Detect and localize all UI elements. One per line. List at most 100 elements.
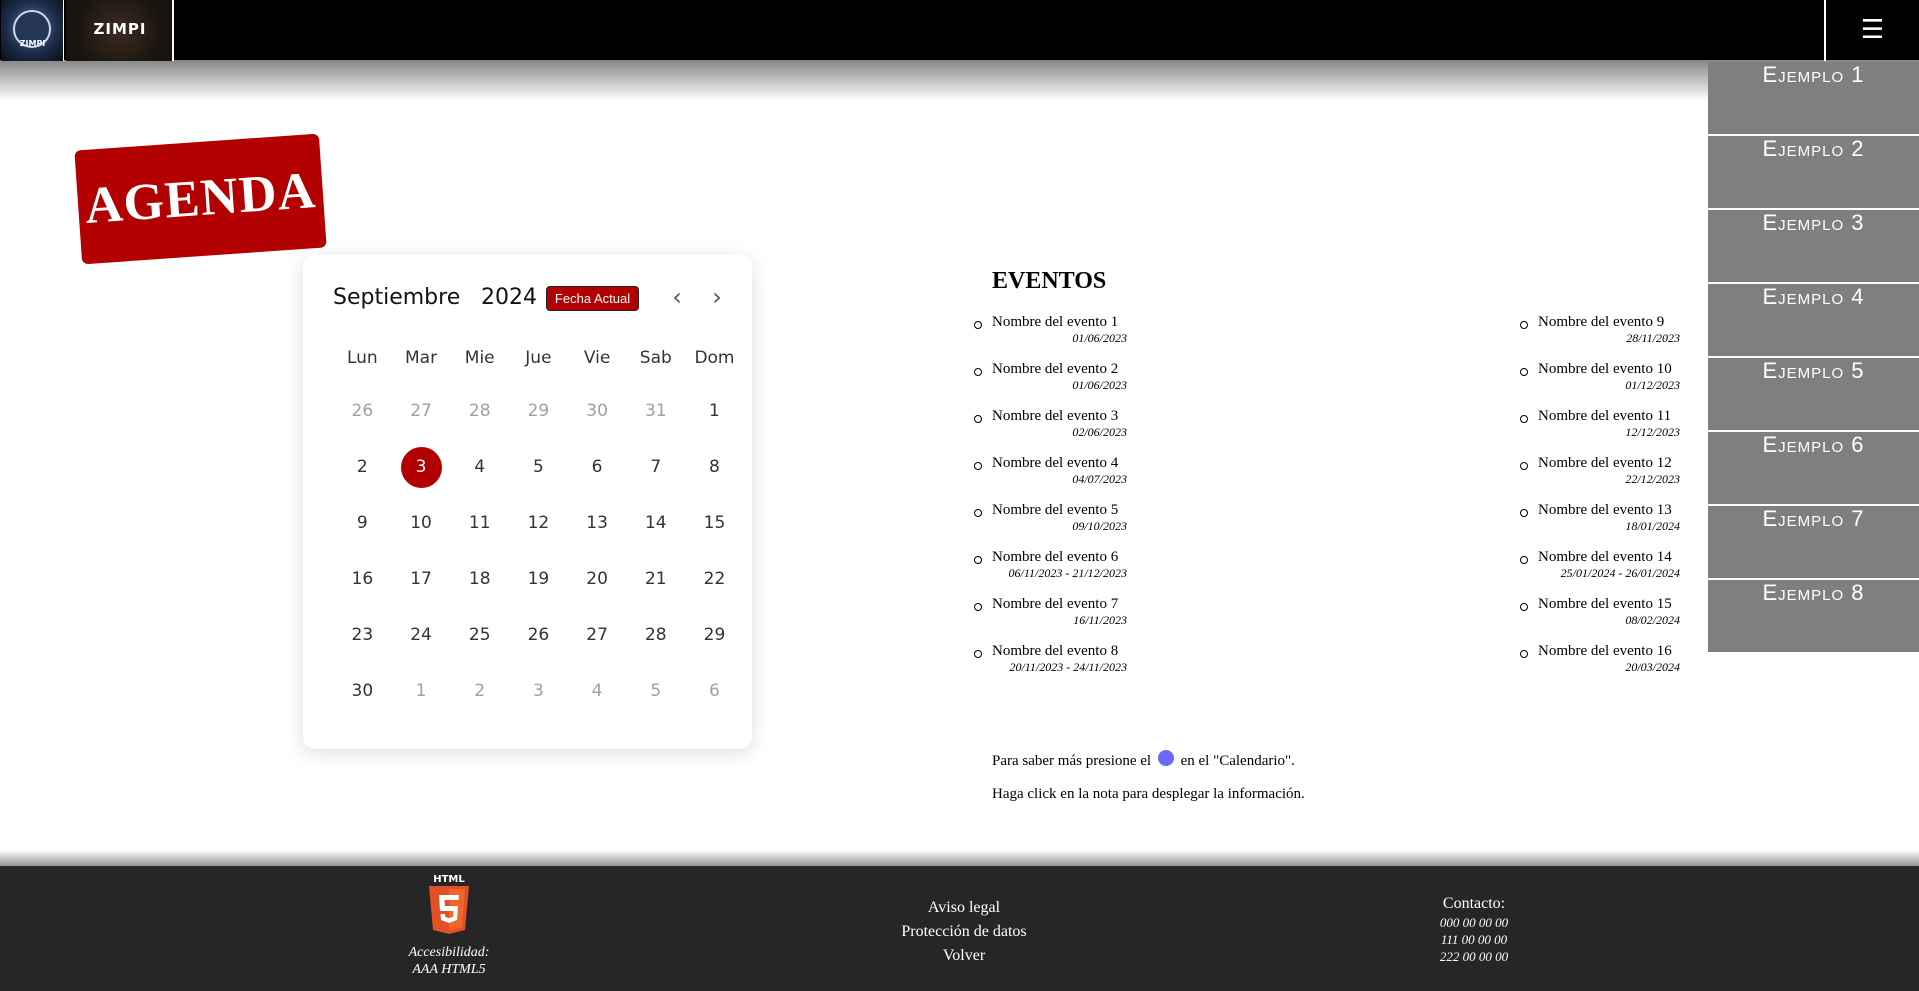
- calendar-day[interactable]: 20: [568, 551, 627, 607]
- calendar-day[interactable]: 27: [392, 383, 451, 439]
- events-list-right: Nombre del evento 9 28/11/2023 Nombre del …: [1520, 314, 1680, 690]
- calendar-day[interactable]: 11: [450, 495, 509, 551]
- event-item[interactable]: Nombre del evento 10 01/12/2023: [1520, 361, 1680, 408]
- calendar-day-number: 17: [410, 569, 432, 589]
- event-name: Nombre del evento 8: [992, 643, 1119, 659]
- event-name: Nombre del evento 3: [992, 408, 1119, 424]
- side-menu-item-6[interactable]: Ejemplo 6: [1708, 432, 1919, 504]
- calendar-day[interactable]: 13: [568, 495, 627, 551]
- event-item[interactable]: Nombre del evento 5 09/10/2023: [974, 502, 1127, 549]
- calendar-day[interactable]: 4: [568, 663, 627, 719]
- calendar-day[interactable]: 23: [333, 607, 392, 663]
- event-name: Nombre del evento 10: [1538, 361, 1672, 377]
- calendar-day[interactable]: 9: [333, 495, 392, 551]
- calendar-day[interactable]: 1: [392, 663, 451, 719]
- side-menu-item-3[interactable]: Ejemplo 3: [1708, 210, 1919, 282]
- calendar-day[interactable]: 31: [626, 383, 685, 439]
- event-item[interactable]: Nombre del evento 8 20/11/2023 - 24/11/20…: [974, 643, 1127, 690]
- event-item[interactable]: Nombre del evento 4 04/07/2023: [974, 455, 1127, 502]
- chevron-right-icon[interactable]: ›: [705, 285, 729, 311]
- calendar-day-selected[interactable]: 3: [392, 439, 451, 495]
- calendar-day[interactable]: 19: [509, 551, 568, 607]
- calendar-day[interactable]: 26: [333, 383, 392, 439]
- event-item[interactable]: Nombre del evento 15 08/02/2024: [1520, 596, 1680, 643]
- event-name: Nombre del evento 15: [1538, 596, 1672, 612]
- logo-zimpi-banner-icon[interactable]: ZIMPI: [66, 0, 174, 61]
- calendar-day[interactable]: 10: [392, 495, 451, 551]
- calendar-day[interactable]: 6: [568, 439, 627, 495]
- event-item[interactable]: Nombre del evento 11 12/12/2023: [1520, 408, 1680, 455]
- side-menu-item-5[interactable]: Ejemplo 5: [1708, 358, 1919, 430]
- calendar-year: 2024: [481, 285, 537, 310]
- calendar-day[interactable]: 21: [626, 551, 685, 607]
- chevron-left-icon[interactable]: ‹: [665, 285, 689, 311]
- calendar-day[interactable]: 8: [685, 439, 744, 495]
- calendar-day[interactable]: 4: [450, 439, 509, 495]
- weekday-header: Dom: [694, 348, 735, 368]
- calendar-day[interactable]: 5: [626, 663, 685, 719]
- calendar-day[interactable]: 27: [568, 607, 627, 663]
- calendar-day[interactable]: 29: [685, 607, 744, 663]
- side-menu-item-1[interactable]: Ejemplo 1: [1708, 62, 1919, 134]
- events-title: EVENTOS: [992, 268, 1107, 294]
- event-item[interactable]: Nombre del evento 7 16/11/2023: [974, 596, 1127, 643]
- calendar-day[interactable]: 28: [626, 607, 685, 663]
- calendar-day[interactable]: 6: [685, 663, 744, 719]
- calendar-day[interactable]: 30: [333, 663, 392, 719]
- calendar-day[interactable]: 7: [626, 439, 685, 495]
- event-item[interactable]: Nombre del evento 6 06/11/2023 - 21/12/20…: [974, 549, 1127, 596]
- calendar-day[interactable]: 30: [568, 383, 627, 439]
- calendar-day[interactable]: 1: [685, 383, 744, 439]
- event-date: 28/11/2023: [1626, 331, 1680, 345]
- calendar-day[interactable]: 22: [685, 551, 744, 607]
- weekday-header: Jue: [525, 348, 552, 368]
- calendar-day-number: 19: [527, 569, 550, 589]
- hamburger-menu-icon[interactable]: ☰: [1824, 0, 1919, 61]
- logo-zimpi-icon[interactable]: ZIMPI: [1, 0, 64, 61]
- calendar-day[interactable]: 16: [333, 551, 392, 607]
- calendar-day[interactable]: 14: [626, 495, 685, 551]
- calendar-day[interactable]: 2: [450, 663, 509, 719]
- event-item[interactable]: Nombre del evento 14 25/01/2024 - 26/01/2…: [1520, 549, 1680, 596]
- calendar-day-number: 6: [591, 457, 603, 477]
- legal-notice-link[interactable]: Aviso legal: [880, 896, 1048, 920]
- data-protection-link[interactable]: Protección de datos: [880, 920, 1048, 944]
- calendar-day[interactable]: 25: [450, 607, 509, 663]
- event-item[interactable]: Nombre del evento 12 22/12/2023: [1520, 455, 1680, 502]
- calendar-day-number: 10: [410, 513, 432, 533]
- calendar-day[interactable]: 15: [685, 495, 744, 551]
- event-item[interactable]: Nombre del evento 13 18/01/2024: [1520, 502, 1680, 549]
- calendar-day[interactable]: 18: [450, 551, 509, 607]
- event-item[interactable]: Nombre del evento 1 01/06/2023: [974, 314, 1127, 361]
- side-menu-item-2[interactable]: Ejemplo 2: [1708, 136, 1919, 208]
- calendar-day[interactable]: 2: [333, 439, 392, 495]
- event-item[interactable]: Nombre del evento 3 02/06/2023: [974, 408, 1127, 455]
- calendar-widget: Septiembre 2024 Fecha Actual ‹ › Lun Mar M…: [303, 255, 752, 749]
- calendar-day[interactable]: 24: [392, 607, 451, 663]
- event-item[interactable]: Nombre del evento 16 20/03/2024: [1520, 643, 1680, 690]
- phone-2: 111 00 00 00: [1440, 932, 1508, 947]
- calendar-day[interactable]: 28: [450, 383, 509, 439]
- accessibility-line-2: AAA HTML5: [412, 962, 486, 977]
- side-menu-item-8[interactable]: Ejemplo 8: [1708, 580, 1919, 652]
- contact-block: Contacto: 000 00 00 00 111 00 00 00 222 …: [1412, 894, 1536, 965]
- events-list-left: Nombre del evento 1 01/06/2023 Nombre del …: [974, 314, 1127, 690]
- side-menu-item-7[interactable]: Ejemplo 7: [1708, 506, 1919, 578]
- calendar-day[interactable]: 29: [509, 383, 568, 439]
- calendar-day[interactable]: 3: [509, 663, 568, 719]
- side-menu-item-4[interactable]: Ejemplo 4: [1708, 284, 1919, 356]
- calendar-day-number: 22: [703, 569, 726, 589]
- footer: HTML Accesibilidad: AAA HTML5 Aviso lega…: [0, 866, 1919, 991]
- event-name: Nombre del evento 13: [1538, 502, 1672, 518]
- agenda-stamp-title: AGENDA: [74, 133, 327, 265]
- back-link[interactable]: Volver: [880, 944, 1048, 968]
- calendar-day[interactable]: 17: [392, 551, 451, 607]
- calendar-day-number: 1: [709, 401, 720, 421]
- event-item[interactable]: Nombre del evento 9 28/11/2023: [1520, 314, 1680, 361]
- today-button[interactable]: Fecha Actual: [546, 286, 639, 311]
- calendar-day[interactable]: 26: [509, 607, 568, 663]
- calendar-day-number: 4: [591, 681, 603, 701]
- calendar-day[interactable]: 5: [509, 439, 568, 495]
- event-item[interactable]: Nombre del evento 2 01/06/2023: [974, 361, 1127, 408]
- calendar-day[interactable]: 12: [509, 495, 568, 551]
